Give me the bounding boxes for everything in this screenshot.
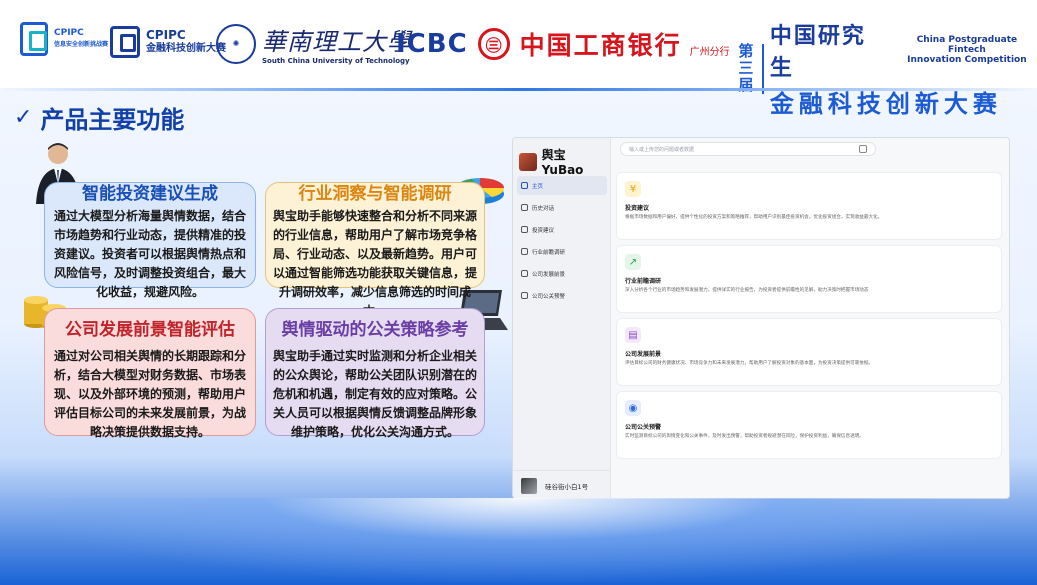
edition-char: 第 — [738, 42, 754, 60]
user-avatar — [521, 477, 537, 494]
feature-tile-industry[interactable]: ↗ 行业前瞻调研 深入分析各个行业的市场趋势和发展潜力，提供详实的行业报告，为投… — [616, 245, 1002, 313]
cpipc-logo-icon — [20, 22, 48, 56]
checkmark-icon: ✓ — [14, 105, 33, 130]
scut-cn-name: 華南理工大學 — [262, 28, 412, 56]
nav-item-investment[interactable]: 投资建议 — [517, 220, 607, 239]
icbc-cn: 中国工商银行 — [519, 31, 682, 60]
yen-icon — [521, 226, 528, 233]
nav-item-industry[interactable]: 行业前瞻调研 — [517, 242, 607, 261]
chart-icon — [521, 248, 528, 255]
app-screenshot: 舆宝 YuBao 主页 历史对话 投资建议 行业前瞻调研 公司发展前景 公司公关… — [512, 137, 1010, 499]
feature-card-industry: 行业洞察与智能调研 舆宝助手能够快速整合和分析不同来源的行业信息，帮助用户了解市… — [265, 182, 485, 318]
card-body: 通过对公司相关舆情的长期跟踪和分析，结合大模型对财务数据、市场表现、以及外部环境… — [53, 349, 246, 439]
scut-seal-icon: ✺ — [216, 23, 256, 64]
background-glow — [0, 498, 1037, 585]
nav-item-label: 历史对话 — [532, 205, 555, 212]
trend-icon: ↗ — [625, 254, 641, 270]
feature-tile-title: 公司公关预警 — [625, 424, 662, 431]
cpipc-fintech-logo: CPIPC 金融科技创新大赛 — [110, 26, 226, 58]
scut-logo: ✺ 華南理工大學 South China University of Techn… — [216, 22, 412, 65]
divider — [761, 43, 764, 94]
cpipc1-cn: 信息安全创新挑战赛 — [54, 41, 109, 48]
app-main: 输入或上传您的问题或者数据 ¥ 投资建议 根据市场数据和用户偏好，提供个性化的投… — [612, 138, 1009, 498]
card-body: 舆宝助手通过实时监测和分析企业相关的公众舆论，帮助公关团队识别潜在的危机和机遇，… — [272, 349, 477, 439]
home-icon — [521, 182, 528, 189]
icbc-en: ICBC — [396, 29, 468, 59]
feature-tile-title: 行业前瞻调研 — [625, 278, 662, 285]
card-title: 公司发展前景智能评估 — [65, 320, 235, 340]
cpipc1-en: CPIPC — [54, 28, 84, 38]
nav-item-label: 投资建议 — [532, 227, 555, 234]
nav-item-label: 行业前瞻调研 — [532, 249, 566, 256]
nav-item-pr-alert[interactable]: 公司公关预警 — [517, 286, 607, 305]
history-icon — [521, 204, 528, 211]
nav-item-label: 主页 — [532, 183, 544, 190]
app-sidebar: 舆宝 YuBao 主页 历史对话 投资建议 行业前瞻调研 公司发展前景 公司公关… — [513, 138, 611, 498]
feature-tile-pr-alert[interactable]: ◉ 公司公关预警 实时监测目标公司的舆情变化和公关事件，及时发出预警，帮助投资者… — [616, 391, 1002, 459]
feature-tile-desc: 实时监测目标公司的舆情变化和公关事件，及时发出预警，帮助投资者规避潜在风险，保护… — [625, 434, 864, 439]
nav-item-label: 公司发展前景 — [532, 271, 566, 278]
feature-tile-desc: 根据市场数据和用户偏好，提供个性化的投资方案和策略推荐，帮助用户识别最佳投资机会… — [625, 215, 883, 220]
feature-tile-company[interactable]: ▤ 公司发展前景 评估目标公司的财务健康状况、市场竞争力和未来发展潜力，帮助用户… — [616, 318, 1002, 386]
cpipc2-cn: 金融科技创新大赛 — [146, 43, 226, 54]
section-title: ✓ 产品主要功能 — [14, 100, 184, 135]
feature-tile-desc: 深入分析各个行业的市场趋势和发展潜力，提供详实的行业报告，为投资者提供前瞻性的见… — [625, 288, 869, 293]
building-icon: ▤ — [625, 327, 641, 343]
scut-en-name: South China University of Technology — [262, 57, 410, 65]
cpipc-security-logo: CPIPC 信息安全创新挑战赛 — [20, 22, 108, 56]
building-icon — [521, 270, 528, 277]
icbc-logo: ICBC ㊂ 中国工商银行 广州分行 — [396, 26, 730, 62]
cpipc2-en: CPIPC — [146, 28, 186, 42]
card-title: 智能投资建议生成 — [82, 184, 218, 204]
edition-label: 第 三 届 — [736, 43, 756, 94]
feature-tile-desc: 评估目标公司的财务健康状况、市场竞争力和未来发展潜力，帮助用户了解投资对象的基本… — [625, 361, 874, 366]
upload-icon[interactable] — [859, 145, 867, 153]
feature-tile-title: 公司发展前景 — [625, 351, 662, 358]
competition-en-line2: Innovation Competition — [907, 55, 1027, 65]
competition-en: China Postgraduate Fintech Innovation Co… — [897, 35, 1037, 65]
nav-item-home[interactable]: 主页 — [517, 176, 607, 195]
feature-tile-title: 投资建议 — [625, 205, 650, 212]
nav-item-label: 公司公关预警 — [532, 293, 566, 300]
icbc-mark-icon: ㊂ — [477, 28, 510, 60]
nav-item-history[interactable]: 历史对话 — [517, 198, 607, 217]
header-logo-bar: CPIPC 信息安全创新挑战赛 CPIPC 金融科技创新大赛 ✺ 華南理工大學 … — [0, 0, 1037, 118]
card-body: 通过大模型分析海量舆情数据，结合市场趋势和行业动态，提供精准的投资建议。投资者可… — [53, 209, 246, 299]
broadcast-icon: ◉ — [625, 400, 641, 416]
user-name: 硅谷街小白1号 — [545, 482, 589, 491]
cpipc-logo-icon — [110, 26, 140, 58]
search-placeholder: 输入或上传您的问题或者数据 — [629, 146, 695, 153]
icbc-branch: 广州分行 — [689, 46, 730, 58]
feature-card-investment: 智能投资建议生成 通过大模型分析海量舆情数据，结合市场趋势和行业动态，提供精准的… — [44, 182, 256, 299]
feature-card-pr: 舆情驱动的公关策略参考 舆宝助手通过实时监测和分析企业相关的公众舆论，帮助公关团… — [265, 308, 485, 439]
brand-name: 舆宝 YuBao — [541, 148, 584, 177]
search-input[interactable]: 输入或上传您的问题或者数据 — [620, 142, 876, 156]
competition-en-line1: China Postgraduate Fintech — [916, 35, 1018, 55]
edition-char: 三 — [738, 59, 754, 77]
nav-item-company[interactable]: 公司发展前景 — [517, 264, 607, 283]
app-nav: 主页 历史对话 投资建议 行业前瞻调研 公司发展前景 公司公关预警 — [513, 176, 611, 308]
header-divider — [0, 88, 1037, 91]
user-profile[interactable]: 硅谷街小白1号 — [513, 470, 611, 498]
card-body: 舆宝助手能够快速整合和分析不同来源的行业信息，帮助用户了解市场竞争格局、行业动态… — [272, 209, 477, 318]
section-title-text: 产品主要功能 — [40, 106, 185, 134]
competition-cn-top: 中国研究生 — [769, 24, 866, 81]
card-title: 舆情驱动的公关策略参考 — [281, 320, 469, 340]
broadcast-icon — [521, 292, 528, 299]
competition-logo: 第 三 届 中国研究生 China Postgraduate Fintech I… — [736, 18, 1037, 119]
feature-tile-investment[interactable]: ¥ 投资建议 根据市场数据和用户偏好，提供个性化的投资方案和策略推荐，帮助用户识… — [616, 172, 1002, 240]
edition-char: 届 — [738, 76, 754, 94]
feature-card-company: 公司发展前景智能评估 通过对公司相关舆情的长期跟踪和分析，结合大模型对财务数据、… — [44, 308, 256, 439]
brand-avatar — [519, 152, 537, 171]
card-title: 行业洞察与智能调研 — [298, 184, 452, 204]
yen-icon: ¥ — [625, 181, 641, 197]
app-brand[interactable]: 舆宝 YuBao — [519, 146, 610, 177]
